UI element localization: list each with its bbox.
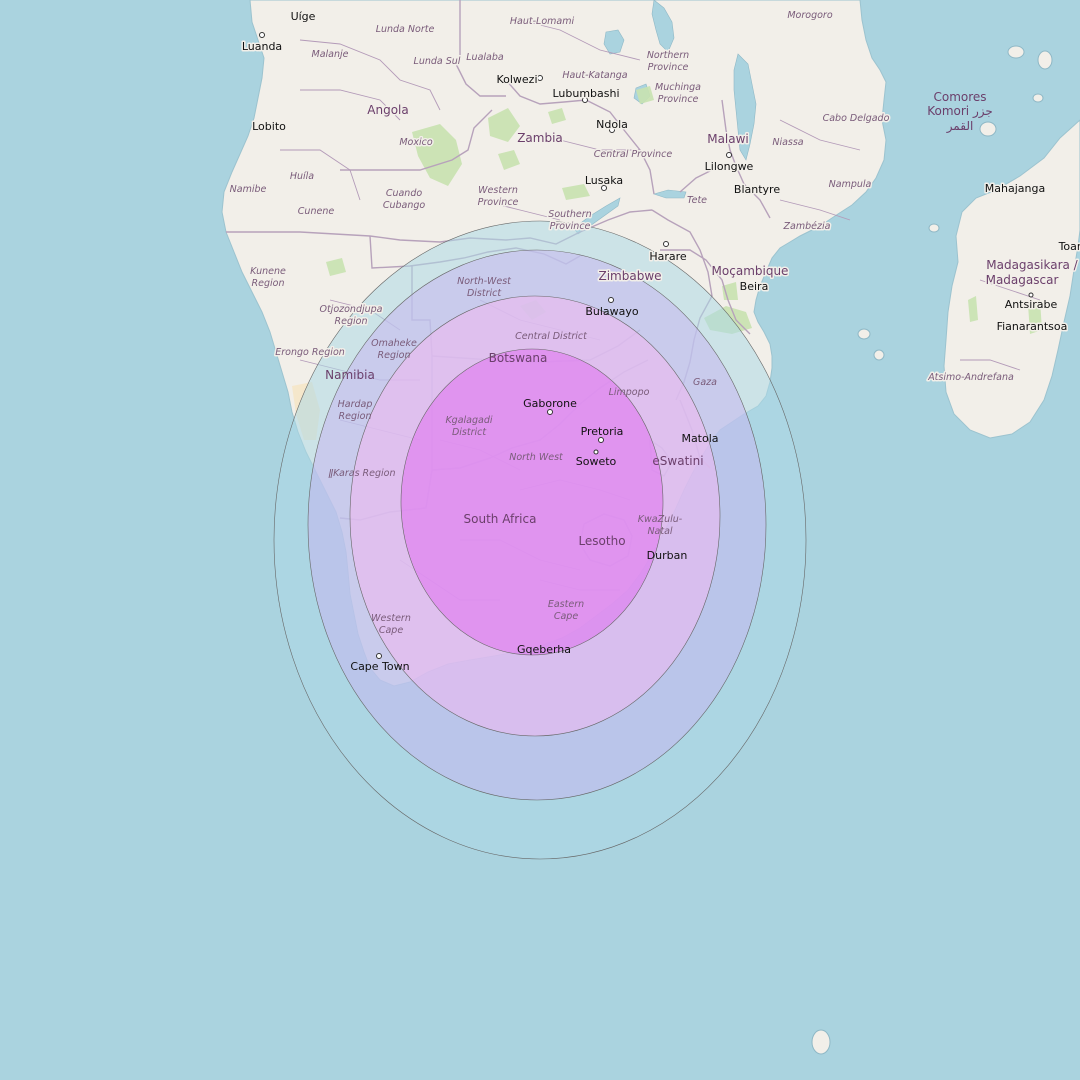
label-region-atsimo-andrefana: Atsimo-Andrefana	[927, 372, 1014, 383]
label-toamasina: Toar	[1058, 240, 1080, 253]
label-malawi: Malawi	[707, 132, 749, 146]
label-region-western-cape-1: Western	[371, 613, 411, 624]
label-harare: Harare	[649, 250, 687, 263]
label-region-niassa: Niassa	[772, 137, 803, 148]
label-soweto: Soweto	[576, 455, 617, 468]
label-region-moxico: Moxico	[399, 137, 432, 148]
island-comoros-4	[979, 121, 997, 137]
label-region-muchinga-2: Province	[658, 94, 699, 105]
label-region-huila: Huíla	[290, 171, 314, 182]
label-region-kgalagadi-2: District	[452, 427, 487, 438]
label-region-haut-katanga: Haut-Katanga	[562, 70, 627, 81]
label-region-zambezia: Zambézia	[783, 221, 831, 232]
label-region-limpopo: Limpopo	[609, 387, 650, 398]
label-region-lunda-sul: Lunda Sul	[414, 56, 461, 67]
label-region-erongo: Erongo Region	[275, 347, 345, 358]
island-europa	[857, 328, 871, 340]
label-namibia: Namibia	[325, 368, 375, 382]
label-region-southern-province-1: Southern	[548, 209, 591, 220]
label-lobito: Lobito	[252, 120, 286, 133]
label-comores-2: Komori جزر	[927, 104, 993, 119]
island-comoros-2	[1037, 50, 1053, 70]
label-region-otjozondjupa-2: Region	[335, 316, 368, 327]
map-canvas[interactable]: Angola Zambia Malawi Namibia Botswana Zi…	[0, 0, 1080, 1080]
label-region-western-cape-2: Cape	[379, 625, 403, 636]
label-region-haut-lomami: Haut-Lomami	[510, 16, 575, 27]
label-botswana: Botswana	[489, 351, 548, 365]
island-comoros-1	[1007, 45, 1025, 59]
label-zambia: Zambia	[517, 131, 563, 145]
label-region-tete: Tete	[687, 195, 707, 206]
label-region-eastern-cape-1: Eastern	[548, 599, 584, 610]
label-region-gaza: Gaza	[693, 377, 717, 388]
island-bassas	[873, 349, 885, 361]
label-region-western-province-1: Western	[478, 185, 518, 196]
label-beira: Beira	[740, 280, 769, 293]
label-region-southern-province-2: Province	[550, 221, 591, 232]
label-region-kwazulu-1: KwaZulu-	[638, 514, 683, 525]
label-region-western-province-2: Province	[478, 197, 519, 208]
label-region-lualaba: Lualaba	[466, 52, 504, 63]
label-south-africa: South Africa	[464, 512, 537, 526]
label-lilongwe: Lilongwe	[705, 160, 754, 173]
label-region-hardap-2: Region	[339, 411, 372, 422]
label-region-eastern-cape-2: Cape	[554, 611, 578, 622]
label-comores-1: Comores	[933, 90, 986, 104]
label-mahajanga: Mahajanga	[985, 182, 1045, 195]
label-kolwezi: Kolwezi	[496, 73, 537, 86]
label-ndola: Ndola	[596, 118, 628, 131]
label-eswatini: eSwatini	[652, 454, 703, 468]
label-region-north-west: North West	[509, 452, 564, 463]
label-madagascar-1: Madagasikara /	[986, 258, 1078, 272]
label-pretoria: Pretoria	[581, 425, 624, 438]
island-prince-edward	[811, 1029, 831, 1055]
label-lusaka: Lusaka	[585, 174, 623, 187]
label-region-kunene-2: Region	[252, 278, 285, 289]
label-lesotho: Lesotho	[578, 534, 625, 548]
label-region-morogoro: Morogoro	[787, 10, 832, 21]
label-region-northern-province-1: Northern	[647, 50, 689, 61]
label-region-kunene-1: Kunene	[250, 266, 286, 277]
label-lubumbashi: Lubumbashi	[552, 87, 619, 100]
label-gqeberha: Gqeberha	[517, 643, 571, 656]
label-gaborone: Gaborone	[523, 397, 577, 410]
label-cape-town: Cape Town	[350, 660, 409, 673]
island-juan-de-nova	[928, 223, 940, 233]
label-region-otjozondjupa-1: Otjozondjupa	[319, 304, 382, 315]
label-region-cabo-delgado: Cabo Delgado	[823, 113, 890, 124]
label-region-cuando-2: Cubango	[383, 200, 426, 211]
label-region-north-west-district-1: North-West	[457, 276, 512, 287]
label-region-central-province: Central Province	[594, 149, 673, 160]
label-luanda: Luanda	[242, 40, 282, 53]
label-region-cunene: Cunene	[298, 206, 335, 217]
label-region-cuando-1: Cuando	[386, 188, 423, 199]
label-region-northern-province-2: Province	[648, 62, 689, 73]
label-mozambique: Moçambique	[712, 264, 789, 278]
label-region-hardap-1: Hardap	[338, 399, 373, 410]
label-madagascar-2: Madagascar	[986, 273, 1059, 287]
label-region-muchinga-1: Muchinga	[655, 82, 701, 93]
island-comoros-3	[1032, 93, 1044, 103]
label-region-malanje: Malanje	[312, 49, 349, 60]
label-region-central-district: Central District	[515, 331, 588, 342]
label-region-omaheke-2: Region	[378, 350, 411, 361]
label-uige: Uíge	[291, 10, 316, 23]
label-region-lunda-norte: Lunda Norte	[376, 24, 435, 35]
label-region-kgalagadi-1: Kgalagadi	[445, 415, 492, 426]
label-region-ilkaras: ǁKaras Region	[328, 468, 395, 479]
label-fianarantsoa: Fianarantsoa	[997, 320, 1068, 333]
label-bulawayo: Bulawayo	[585, 305, 639, 318]
label-zimbabwe: Zimbabwe	[598, 269, 661, 283]
label-matola: Matola	[681, 432, 718, 445]
label-region-namibe: Namibe	[230, 184, 267, 195]
label-region-kwazulu-2: Natal	[647, 526, 672, 537]
label-comores-3: القمر	[946, 119, 974, 134]
label-region-omaheke-1: Omaheke	[371, 338, 417, 349]
label-antsirabe: Antsirabe	[1005, 298, 1058, 311]
label-region-north-west-district-2: District	[467, 288, 502, 299]
label-blantyre: Blantyre	[734, 183, 780, 196]
label-durban: Durban	[647, 549, 688, 562]
label-region-nampula: Nampula	[829, 179, 872, 190]
label-angola: Angola	[367, 103, 408, 117]
